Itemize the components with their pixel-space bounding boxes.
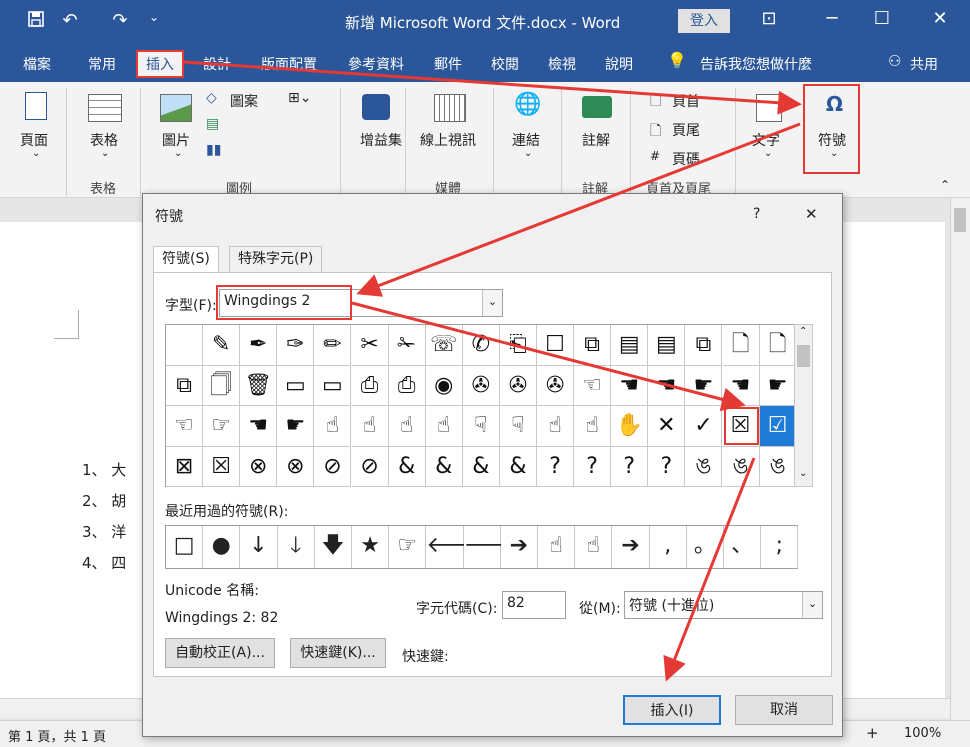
arrow-checkbox-to-insert: [663, 457, 756, 682]
annotation-arrows: [183, 60, 802, 682]
arrow-symbol-to-font: [356, 122, 801, 297]
arrow-font-to-checkbox: [351, 301, 746, 412]
arrow-insert-to-symbol: [183, 60, 802, 115]
tab-symbols[interactable]: 符號(S): [153, 246, 219, 272]
